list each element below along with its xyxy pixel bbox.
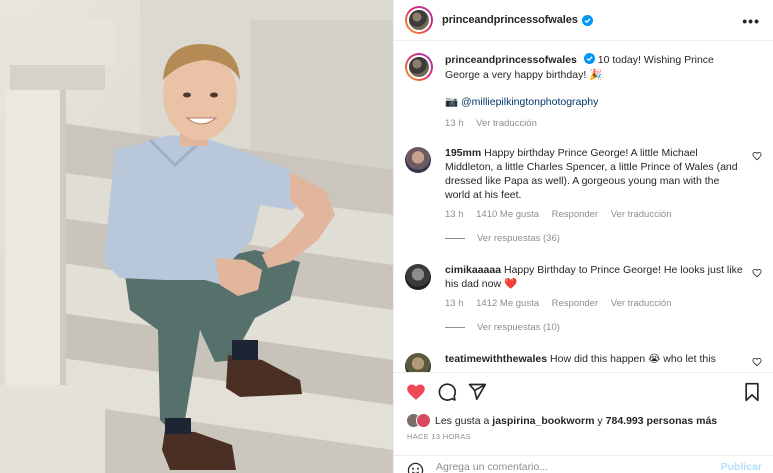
post-side-panel: princeandprincessofwales ••• princeandpr… [393,0,773,473]
liker-avatar [416,413,431,428]
view-replies-button[interactable]: Ver respuestas (36) [445,233,560,244]
like-heart-icon[interactable] [406,382,426,402]
caption-username[interactable]: princeandprincessofwales [445,54,577,66]
save-bookmark-icon[interactable] [742,382,762,402]
comment-bubble-icon[interactable] [437,382,457,402]
commenter-avatar[interactable] [405,264,431,290]
more-options-icon[interactable]: ••• [742,13,760,29]
view-replies-label: Ver respuestas (10) [477,322,560,333]
comment-username[interactable]: 195mm [445,147,481,159]
comments-list[interactable]: princeandprincessofwales 10 today! Wishi… [394,41,773,372]
likes-count[interactable]: 784.993 personas más [606,415,718,427]
translate-link[interactable]: Ver traducción [611,298,672,309]
comment-like-heart-icon[interactable] [752,151,762,161]
add-comment-bar: Publicar [394,455,773,473]
post-action-bar [394,372,773,410]
comment-input[interactable] [436,461,706,473]
author-username[interactable]: princeandprincessofwales [442,14,578,26]
red-heart-emoji: ❤️ [503,278,518,290]
view-replies-button[interactable]: Ver respuestas (10) [445,322,560,333]
comment-like-heart-icon[interactable] [752,268,762,278]
comment-likes-count[interactable]: 1410 Me gusta [476,209,539,220]
commenter-avatar[interactable] [405,353,431,372]
liked-by-prefix: Les gusta a [435,414,490,427]
comment-username[interactable]: teatimewiththewales [445,353,547,365]
post-header: princeandprincessofwales ••• [394,0,773,41]
reply-button[interactable]: Responder [552,298,598,309]
post-comment-button[interactable]: Publicar [721,461,762,473]
verified-badge-icon [581,14,593,26]
post-timestamp: HACE 13 HORAS [407,432,471,441]
author-avatar[interactable] [405,6,433,34]
comment-username[interactable]: cimikaaaaa [445,264,501,276]
comment-item: cimikaaaaa Happy Birthday to Prince Geor… [405,263,765,311]
post-photo[interactable] [0,0,393,473]
caption-time: 13 h [445,118,464,129]
commenter-avatar[interactable] [405,147,431,173]
comment-item: 195mm Happy birthday Prince George! A li… [405,146,765,222]
share-paper-plane-icon[interactable] [467,382,487,402]
camera-emoji: 📷 [445,96,459,108]
comment-like-heart-icon[interactable] [752,357,762,367]
post-caption: princeandprincessofwales 10 today! Wishi… [405,53,750,131]
view-replies-label: Ver respuestas (36) [477,233,560,244]
liked-by-user[interactable]: jaspirina_bookworm [492,415,594,427]
caption-author-avatar[interactable] [405,53,433,81]
caption-translate-link[interactable]: Ver traducción [476,118,537,129]
comment-text: How did this happen 😭 who let this [550,353,716,365]
emoji-smile-icon[interactable] [407,462,424,473]
liked-by-conjunction: y [597,414,603,427]
photographer-mention-link[interactable]: @milliepilkingtonphotography [461,96,598,108]
comment-time: 13 h [445,298,464,309]
comment-item: teatimewiththewales How did this happen … [405,352,765,372]
reply-button[interactable]: Responder [552,209,598,220]
comment-likes-count[interactable]: 1412 Me gusta [476,298,539,309]
liked-by-row[interactable]: Les gusta a jaspirina_bookworm y 784.993… [406,413,717,428]
comment-text: Happy birthday Prince George! A little M… [445,147,738,201]
translate-link[interactable]: Ver traducción [611,209,672,220]
comment-time: 13 h [445,209,464,220]
verified-badge-icon [583,53,595,64]
